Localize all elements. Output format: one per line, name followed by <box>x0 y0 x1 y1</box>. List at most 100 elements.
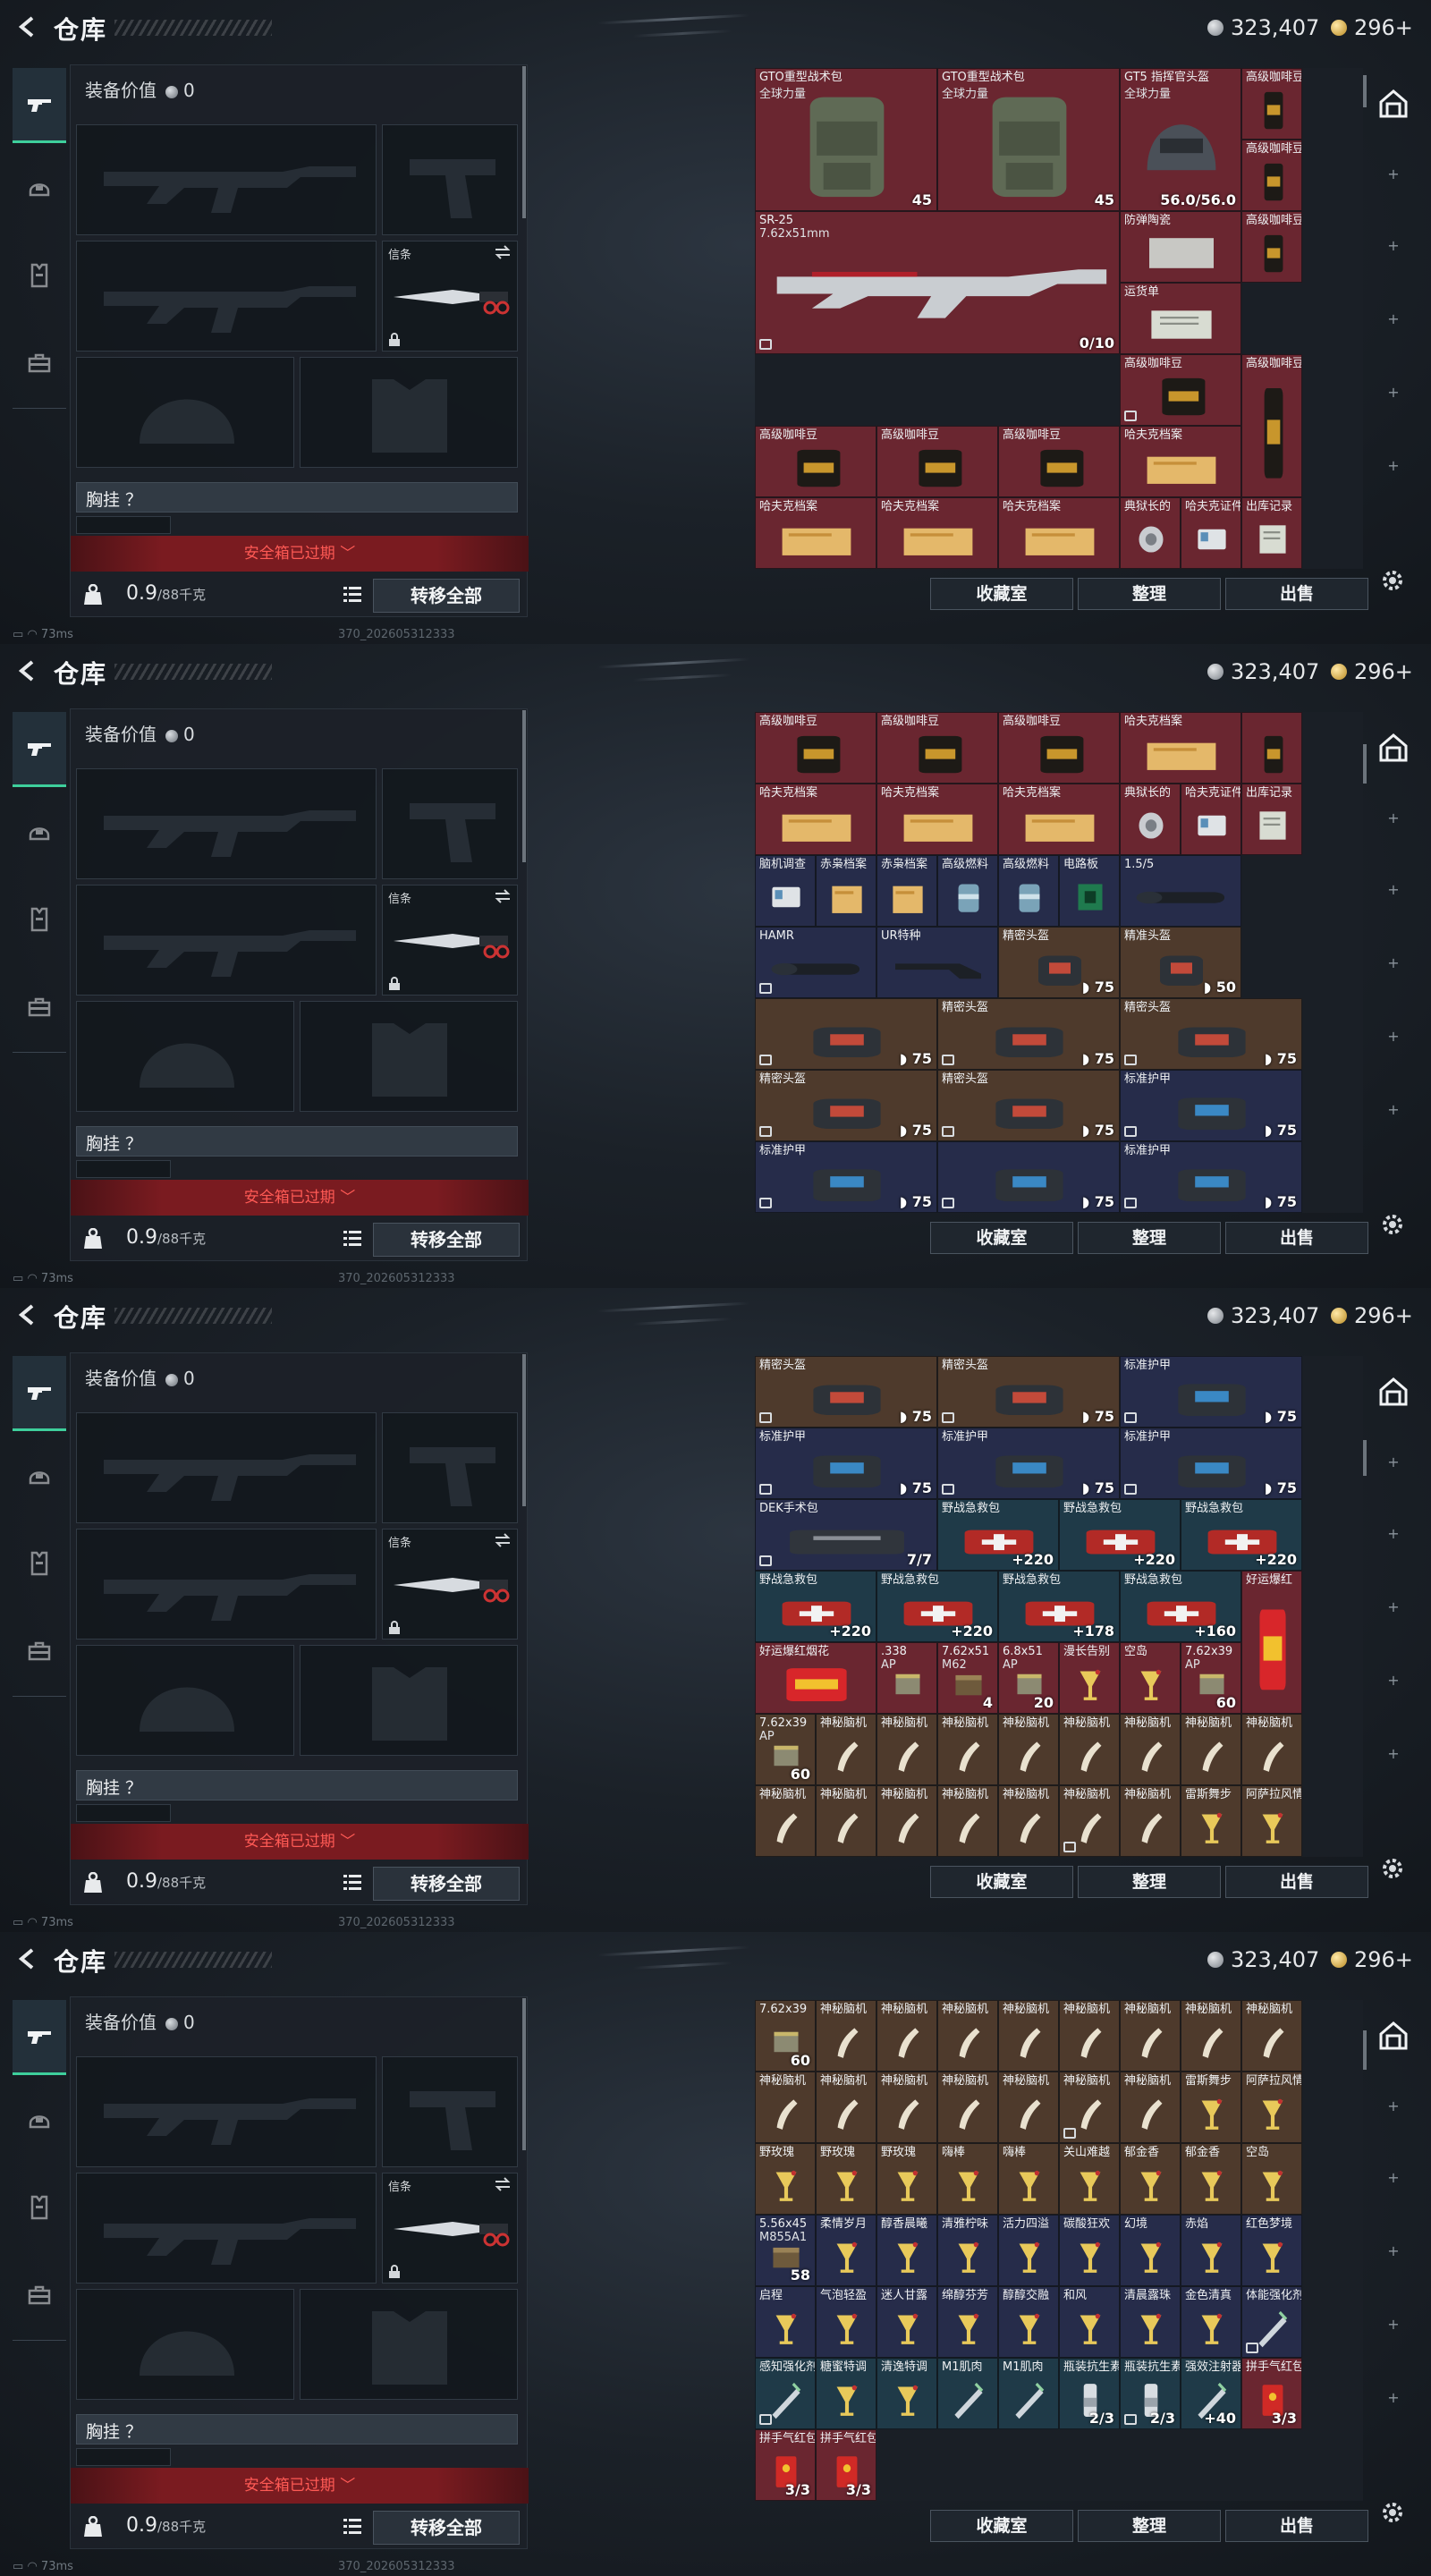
primary-weapon-slot[interactable] <box>76 2056 377 2167</box>
stash-item[interactable]: 野玫瑰 <box>876 2143 937 2215</box>
stash-item[interactable]: 瓶装抗生素 2/3 <box>1120 2358 1181 2429</box>
chest-rig-slot[interactable] <box>76 2448 171 2466</box>
stash-item[interactable]: 神秘脑机 <box>876 2000 937 2072</box>
stash-item[interactable]: 7.62x39 60 <box>755 2000 816 2072</box>
stash-item[interactable]: 赤枭档案 <box>816 855 876 927</box>
stash-item[interactable]: 高级咖啡豆 <box>876 712 998 784</box>
stash-item[interactable]: 哈夫克证件 <box>1181 784 1241 855</box>
safe-box-expired-banner[interactable]: 安全箱已过期 ﹀ <box>71 1180 529 1216</box>
stash-item[interactable]: 神秘脑机 <box>937 2072 998 2143</box>
nav-plus-icon[interactable]: + <box>1387 2171 1400 2185</box>
secondary-weapon-slot[interactable] <box>76 2173 377 2284</box>
stash-item[interactable]: 精密头盔 ◗ 75 <box>937 1070 1120 1141</box>
gear-icon[interactable] <box>1377 1853 1408 1884</box>
chest-rig-header[interactable]: 胸挂 ？ <box>76 1770 518 1801</box>
chest-rig-slot[interactable] <box>76 1804 171 1822</box>
stash-item[interactable]: 神秘脑机 <box>998 2072 1059 2143</box>
stash-scrollbar[interactable] <box>1363 1440 1367 1476</box>
stash-item[interactable]: 野战急救包 +220 <box>755 1571 876 1642</box>
melee-slot[interactable]: 信条 <box>382 1529 518 1640</box>
pistol-slot[interactable] <box>382 2056 518 2167</box>
stash-item[interactable]: 精准头盔 ◗ 50 <box>1120 927 1241 998</box>
stash-scrollbar[interactable] <box>1363 2030 1367 2070</box>
gear-icon[interactable] <box>1377 1209 1408 1240</box>
stash-item[interactable]: 典狱长的 <box>1120 784 1181 855</box>
melee-slot[interactable]: 信条 <box>382 241 518 352</box>
stash-item[interactable]: 高级燃料 <box>998 855 1059 927</box>
stash-item[interactable]: 脑机调查 <box>755 855 816 927</box>
stash-item[interactable]: 红色梦境 <box>1241 2215 1302 2286</box>
chest-rig-header[interactable]: 胸挂 ？ <box>76 2414 518 2445</box>
stash-item[interactable]: 神秘脑机 <box>1181 2000 1241 2072</box>
stash-item[interactable]: GTO重型战术包 全球力量 45 <box>937 68 1120 211</box>
stash-item[interactable]: 高级咖啡豆 <box>1120 354 1241 426</box>
nav-vest[interactable] <box>13 882 66 957</box>
list-icon[interactable] <box>343 1872 362 1892</box>
chest-rig-header[interactable]: 胸挂 ？ <box>76 482 518 513</box>
stash-item[interactable]: 哈夫克档案 <box>998 497 1120 569</box>
stash-item[interactable]: 哈夫克档案 <box>876 497 998 569</box>
stash-item[interactable]: 阿萨拉风情 <box>1241 1785 1302 1857</box>
stash-item[interactable]: 7.62x51 M62 4 <box>937 1642 998 1714</box>
nav-plus-icon[interactable]: + <box>1387 239 1400 253</box>
stash-item[interactable]: 精密头盔 ◗ 75 <box>755 1070 937 1141</box>
sell-button[interactable]: 出售 <box>1225 578 1368 610</box>
stash-item[interactable]: 神秘脑机 <box>755 1785 816 1857</box>
stash-item[interactable]: 7.62x39 AP 60 <box>1181 1642 1241 1714</box>
stash-item[interactable]: 神秘脑机 <box>816 2000 876 2072</box>
nav-plus-icon[interactable]: + <box>1387 2099 1400 2114</box>
nav-plus-icon[interactable]: + <box>1387 2391 1400 2405</box>
stash-item[interactable]: 高级咖啡豆 <box>755 426 876 497</box>
nav-helmet[interactable] <box>13 2082 66 2157</box>
collection-button[interactable]: 收藏室 <box>930 1866 1073 1898</box>
loadout-scrollbar[interactable] <box>522 710 526 862</box>
nav-weapons[interactable] <box>13 712 66 787</box>
warehouse-icon[interactable] <box>1377 1376 1410 1408</box>
stash-item[interactable]: 高级咖啡豆 <box>1241 68 1302 140</box>
stash-item[interactable]: 神秘脑机 <box>937 2000 998 2072</box>
stash-item[interactable]: 拼手气红包 3/3 <box>1241 2358 1302 2429</box>
stash-item[interactable]: 空岛 <box>1120 1642 1181 1714</box>
stash-item[interactable]: 神秘脑机 <box>1120 2000 1181 2072</box>
stash-item[interactable]: M1肌肉 <box>937 2358 998 2429</box>
stash-item[interactable]: 神秘脑机 <box>1120 1714 1181 1785</box>
collection-button[interactable]: 收藏室 <box>930 578 1073 610</box>
list-icon[interactable] <box>343 1228 362 1248</box>
warehouse-icon[interactable] <box>1377 732 1410 764</box>
stash-item[interactable]: 标准护甲 ◗ 75 <box>755 1428 937 1499</box>
armor-slot[interactable] <box>300 1001 518 1112</box>
stash-item[interactable]: 标准护甲 ◗ 75 <box>1120 1428 1302 1499</box>
stash-item[interactable]: 出库记录 <box>1241 784 1302 855</box>
move-all-button[interactable]: 转移全部 <box>373 2511 520 2545</box>
stash-item[interactable]: 1.5/5 <box>1120 855 1241 927</box>
stash-item[interactable]: 哈夫克档案 <box>755 784 876 855</box>
chest-rig-slot[interactable] <box>76 1160 171 1178</box>
back-arrow-icon[interactable] <box>14 1946 39 1971</box>
list-icon[interactable] <box>343 2516 362 2536</box>
nav-plus-icon[interactable]: + <box>1387 1600 1400 1614</box>
stash-item[interactable]: 运货单 <box>1120 283 1241 354</box>
move-all-button[interactable]: 转移全部 <box>373 1223 520 1257</box>
warehouse-icon[interactable] <box>1377 88 1410 120</box>
stash-item[interactable]: 哈夫克档案 <box>998 784 1120 855</box>
stash-item[interactable]: 神秘脑机 <box>998 2000 1059 2072</box>
stash-item[interactable]: 典狱长的 <box>1120 497 1181 569</box>
nav-plus-icon[interactable]: + <box>1387 956 1400 970</box>
stash-item[interactable]: 碳酸狂欢 <box>1059 2215 1120 2286</box>
secondary-weapon-slot[interactable] <box>76 885 377 996</box>
nav-helmet[interactable] <box>13 1438 66 1513</box>
stash-item[interactable]: 野战急救包 +220 <box>876 1571 998 1642</box>
move-all-button[interactable]: 转移全部 <box>373 1867 520 1901</box>
nav-plus-icon[interactable]: + <box>1387 1674 1400 1688</box>
stash-item[interactable]: 神秘脑机 <box>876 1785 937 1857</box>
stash-item[interactable]: 醇香晨曦 <box>876 2215 937 2286</box>
stash-item[interactable]: 启程 <box>755 2286 816 2358</box>
stash-item[interactable]: 高级咖啡豆 <box>1241 140 1302 211</box>
stash-item[interactable]: 高级燃料 <box>937 855 998 927</box>
nav-plus-icon[interactable]: + <box>1387 386 1400 400</box>
sell-button[interactable]: 出售 <box>1225 2510 1368 2542</box>
stash-item[interactable]: 赤枭档案 <box>876 855 937 927</box>
stash-item[interactable]: 嗨棒 <box>998 2143 1059 2215</box>
nav-plus-icon[interactable]: + <box>1387 1527 1400 1541</box>
stash-item[interactable]: 神秘脑机 <box>1059 1714 1120 1785</box>
